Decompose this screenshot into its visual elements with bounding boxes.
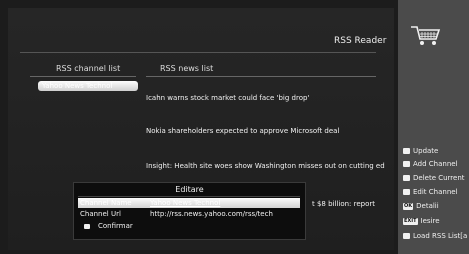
box-icon bbox=[403, 161, 410, 167]
exit-menu-item[interactable]: EXIT Iesire bbox=[403, 217, 440, 227]
add-channel-menu-item[interactable]: Add Channel bbox=[403, 160, 458, 170]
channel-url-field[interactable]: http://rss.news.yahoo.com/rss/tech bbox=[150, 210, 273, 218]
confirm-checkbox[interactable] bbox=[84, 224, 90, 229]
news-item[interactable]: Icahn warns stock market could face 'big… bbox=[146, 94, 309, 102]
title-divider bbox=[20, 52, 376, 53]
dialog-title: Editare bbox=[175, 185, 204, 194]
delete-current-menu-item[interactable]: Delete Current bbox=[403, 174, 465, 184]
details-menu-item[interactable]: OK Detalii bbox=[403, 202, 439, 212]
edit-channel-menu-item[interactable]: Edit Channel bbox=[403, 188, 458, 198]
news-list-header: RSS news list bbox=[160, 64, 214, 73]
channel-list-header: RSS channel list bbox=[56, 64, 121, 73]
box-icon bbox=[403, 175, 410, 181]
box-icon bbox=[403, 148, 410, 154]
news-list-divider bbox=[146, 76, 376, 77]
app-title: RSS Reader bbox=[334, 36, 387, 46]
box-icon bbox=[403, 189, 410, 195]
channel-name-field[interactable]: Yahoo News Technol bbox=[150, 199, 220, 207]
edit-channel-dialog: Editare Channel Name Yahoo News Technol … bbox=[73, 182, 306, 240]
exit-key-icon: EXIT bbox=[403, 217, 418, 225]
channel-url-label: Channel Url bbox=[80, 210, 121, 218]
news-item[interactable]: Nokia shareholders expected to approve M… bbox=[146, 127, 339, 135]
ok-key-icon: OK bbox=[403, 202, 414, 210]
channel-list-divider bbox=[30, 76, 136, 77]
update-menu-item[interactable]: Update bbox=[403, 147, 438, 157]
news-item[interactable]: Insight: Health site woes show Washingto… bbox=[146, 162, 385, 170]
dialog-divider bbox=[78, 196, 300, 197]
load-rss-list-menu-item[interactable]: Load RSS List[a bbox=[403, 232, 467, 242]
box-icon bbox=[403, 233, 410, 239]
confirm-label: Confirmar bbox=[98, 222, 133, 230]
channel-item-selected[interactable]: Yahoo News Technol bbox=[38, 81, 138, 91]
shopping-cart-icon bbox=[411, 26, 441, 45]
news-item[interactable]: t $8 billion: report bbox=[312, 200, 375, 208]
channel-name-label: Channel Name bbox=[80, 199, 132, 207]
